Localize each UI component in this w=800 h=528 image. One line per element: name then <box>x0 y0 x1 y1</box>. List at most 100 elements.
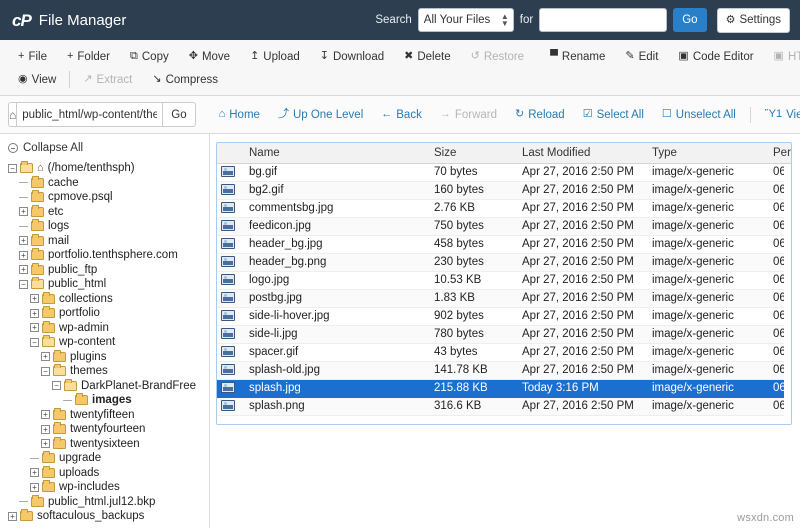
table-row[interactable]: commentsbg.jpg 2.76 KB Apr 27, 2016 2:50 P… <box>217 199 791 218</box>
column-header-type[interactable]: Type <box>648 143 769 164</box>
expand-icon[interactable]: + <box>8 511 17 521</box>
tree-item-public-ftp[interactable]: + public_ftp <box>8 262 209 278</box>
tree-item-twentysixteen[interactable]: + twentysixteen <box>8 436 209 452</box>
toolbar-button-compress[interactable]: ↘ Compress <box>142 69 228 90</box>
tree-item-uploads[interactable]: + uploads <box>8 465 209 481</box>
tree-item-cache[interactable]: cache <box>8 175 209 191</box>
toolbar-button-edit[interactable]: ✎ Edit <box>615 46 668 67</box>
tree-item-cpmove-psql[interactable]: cpmove.psql <box>8 190 209 205</box>
nav-back[interactable]: ← Back <box>372 109 431 121</box>
search-go-button[interactable]: Go <box>673 8 707 32</box>
file-type-cell: image/x-generic <box>648 199 769 218</box>
table-row[interactable]: bg.gif 70 bytes Apr 27, 2016 2:50 PM image/… <box>217 163 791 182</box>
path-home-icon[interactable]: ⌂ <box>8 102 17 127</box>
tree-item-twentyfifteen[interactable]: + twentyfifteen <box>8 407 209 423</box>
plus-icon: + <box>66 50 74 62</box>
nav-unselect-all[interactable]: ☐ Unselect All <box>653 109 745 121</box>
expand-icon[interactable]: + <box>19 250 28 260</box>
collapse-icon[interactable]: − <box>41 366 50 376</box>
tree-item-wp-includes[interactable]: + wp-includes <box>8 480 209 495</box>
expand-icon[interactable]: + <box>30 482 39 492</box>
table-row[interactable]: side-li-hover.jpg 902 bytes Apr 27, 2016 2… <box>217 307 791 326</box>
nav-view-trash[interactable]: Ὕ1View Trash <box>756 109 800 121</box>
column-header-permissions[interactable]: Permissions <box>769 143 791 164</box>
nav-select-all[interactable]: ☑ Select All <box>574 109 653 121</box>
column-header-last-modified[interactable]: Last Modified <box>518 143 648 164</box>
toolbar-button-view[interactable]: ◉ View <box>8 69 66 90</box>
expand-icon[interactable]: + <box>41 439 50 449</box>
table-row[interactable]: postbg.jpg 1.83 KB Apr 27, 2016 2:50 PM ima… <box>217 289 791 308</box>
extract-icon: ↗ <box>83 73 93 85</box>
tree-item-public-html[interactable]: − public_html <box>8 277 209 292</box>
collapse-icon[interactable]: − <box>52 381 61 391</box>
tree-item-portfolio[interactable]: + portfolio <box>8 306 209 321</box>
tree-item-themes[interactable]: − themes <box>8 364 209 379</box>
tree-item-plugins[interactable]: + plugins <box>8 349 209 365</box>
table-row[interactable]: splash-old.jpg 141.78 KB Apr 27, 2016 2:50… <box>217 361 791 380</box>
file-name-cell: header_bg.jpg <box>245 235 430 254</box>
tree-item-twentyfourteen[interactable]: + twentyfourteen <box>8 422 209 437</box>
table-row[interactable]: spacer.gif 43 bytes Apr 27, 2016 2:50 PM im… <box>217 343 791 362</box>
tree-item-public-html-jul12-bkp[interactable]: public_html.jul12.bkp <box>8 494 209 510</box>
tree-item-softaculous-backups[interactable]: + softaculous_backups <box>8 509 209 524</box>
path-go-button[interactable]: Go <box>163 102 196 127</box>
expand-icon[interactable]: + <box>30 294 39 304</box>
file-table-scrollbar[interactable] <box>784 164 791 424</box>
settings-button[interactable]: ⚙ Settings <box>716 7 790 33</box>
table-row[interactable]: splash.png 316.6 KB Apr 27, 2016 2:50 PM im… <box>217 397 791 416</box>
scrollbar-thumb[interactable] <box>784 164 791 424</box>
collapse-all-button[interactable]: Collapse All <box>8 142 209 154</box>
table-row[interactable]: bg2.gif 160 bytes Apr 27, 2016 2:50 PM imag… <box>217 181 791 200</box>
path-input[interactable] <box>16 102 164 127</box>
tree-leaf-connector <box>19 225 28 227</box>
expand-icon[interactable]: + <box>41 424 50 434</box>
tree-item-collections[interactable]: + collections <box>8 291 209 307</box>
folder-icon <box>42 291 55 304</box>
tree-item-etc[interactable]: + etc <box>8 204 209 220</box>
image-file-icon <box>221 291 235 303</box>
table-row[interactable]: side-li.jpg 780 bytes Apr 27, 2016 2:50 PM… <box>217 325 791 344</box>
expand-icon[interactable]: + <box>30 308 39 318</box>
toolbar-button-copy[interactable]: ⧉ Copy <box>120 46 179 67</box>
expand-icon[interactable]: + <box>19 236 28 246</box>
collapse-icon[interactable]: − <box>30 337 39 347</box>
tree-item-upgrade[interactable]: upgrade <box>8 451 209 466</box>
toolbar-button-move[interactable]: ✥ Move <box>179 46 240 67</box>
search-input[interactable] <box>539 8 668 32</box>
collapse-icon[interactable]: − <box>8 163 17 173</box>
table-row[interactable]: header_bg.png 230 bytes Apr 27, 2016 2:50 … <box>217 253 791 272</box>
toolbar-button-code-editor[interactable]: ▣ Code Editor <box>668 46 763 67</box>
tree-item-wp-admin[interactable]: + wp-admin <box>8 320 209 336</box>
toolbar-button-rename[interactable]: ▀ Rename <box>540 46 615 67</box>
expand-icon[interactable]: + <box>19 265 28 275</box>
expand-icon[interactable]: + <box>41 410 50 420</box>
tree-item-logs[interactable]: logs <box>8 219 209 234</box>
table-row[interactable]: feedicon.jpg 750 bytes Apr 27, 2016 2:50 P… <box>217 217 791 236</box>
column-header-name[interactable]: Name <box>245 143 430 164</box>
tree-item-mail[interactable]: + mail <box>8 233 209 249</box>
expand-icon[interactable]: + <box>41 352 50 362</box>
toolbar-button-download[interactable]: ↧ Download <box>310 46 394 67</box>
expand-icon[interactable]: + <box>19 207 28 217</box>
table-row[interactable]: header_bg.jpg 458 bytes Apr 27, 2016 2:50 … <box>217 235 791 254</box>
tree-item-portfolio-tenthsphere-com[interactable]: + portfolio.tenthsphere.com <box>8 248 209 263</box>
tree-item-images[interactable]: images <box>8 393 209 408</box>
toolbar-button-delete[interactable]: ✖ Delete <box>394 46 460 67</box>
tree-item-home-tenthsph[interactable]: − ⌂ (/home/tenthsph) <box>8 161 209 176</box>
search-scope-select[interactable]: All Your Files ▲ ▼ <box>417 8 514 32</box>
column-header-size[interactable]: Size <box>430 143 518 164</box>
toolbar-button-folder[interactable]: + Folder <box>57 46 120 67</box>
column-header-icon[interactable] <box>217 143 245 164</box>
expand-icon[interactable]: + <box>30 468 39 478</box>
table-row[interactable]: splash.jpg 215.88 KB Today 3:16 PM image/x-… <box>217 379 791 398</box>
table-row[interactable]: logo.jpg 10.53 KB Apr 27, 2016 2:50 PM imag… <box>217 271 791 290</box>
nav-up-one-level[interactable]: ⤴ Up One Level <box>269 109 372 121</box>
tree-item-wp-content[interactable]: − wp-content <box>8 335 209 350</box>
nav-home[interactable]: ⌂ Home <box>210 109 269 121</box>
nav-reload[interactable]: ↻ Reload <box>506 109 574 121</box>
toolbar-button-file[interactable]: + File <box>8 46 57 67</box>
expand-icon[interactable]: + <box>30 323 39 333</box>
tree-item-darkplanet-brandfree[interactable]: − DarkPlanet-BrandFree <box>8 378 209 394</box>
toolbar-button-upload[interactable]: ↥ Upload <box>240 46 310 67</box>
collapse-icon[interactable]: − <box>19 279 28 289</box>
